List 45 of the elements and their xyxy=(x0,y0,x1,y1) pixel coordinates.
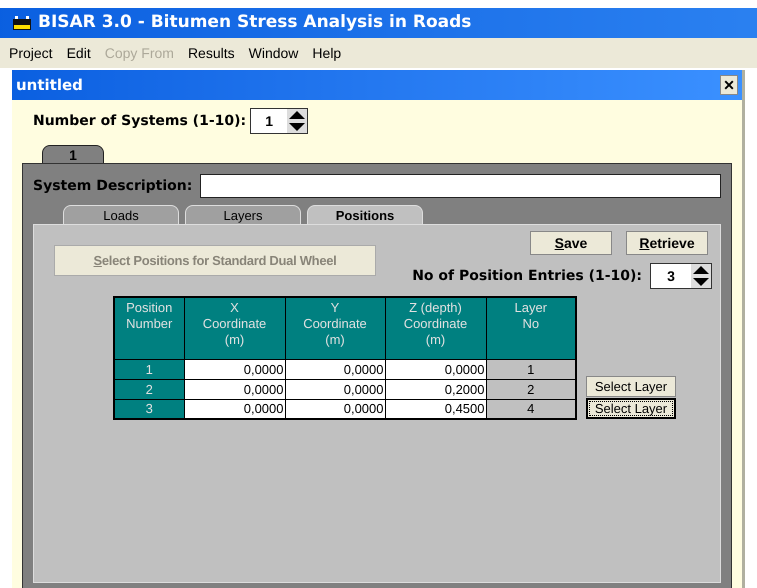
table-cell[interactable]: 0,0000 xyxy=(184,399,285,419)
tab[interactable]: Loads xyxy=(63,205,179,224)
column-header: Layer No xyxy=(486,297,576,359)
system-tab[interactable]: 1 xyxy=(42,145,104,163)
app-icon xyxy=(12,15,32,31)
table-cell[interactable]: 0,2000 xyxy=(385,379,486,399)
tab[interactable]: Positions xyxy=(307,205,423,224)
table-cell: 2 xyxy=(114,379,184,399)
action-button[interactable]: Retrieve xyxy=(626,231,708,255)
spin-arrows-icon[interactable] xyxy=(287,109,308,133)
table-cell[interactable]: 0,0000 xyxy=(285,399,385,419)
column-header: Y Coordinate (m) xyxy=(285,297,385,359)
table-cell[interactable]: 0,4500 xyxy=(385,399,486,419)
table-cell: 3 xyxy=(114,399,184,419)
column-header: Position Number xyxy=(114,297,184,359)
table-cell[interactable]: 0,0000 xyxy=(184,359,285,379)
table-cell[interactable]: 0,0000 xyxy=(385,359,486,379)
position-entries-label: No of Position Entries (1-10): xyxy=(412,266,642,286)
menu-item[interactable]: Results xyxy=(188,42,235,64)
system-description-field[interactable] xyxy=(200,174,721,198)
menu-item[interactable]: Edit xyxy=(66,42,91,64)
menu-item[interactable]: Window xyxy=(248,42,298,64)
systems-spinner[interactable]: 1 xyxy=(250,108,308,134)
close-button[interactable]: × xyxy=(720,75,738,95)
column-header: Z (depth) Coordinate (m) xyxy=(385,297,486,359)
menu-item[interactable]: Help xyxy=(312,42,342,64)
table-cell[interactable]: 0,0000 xyxy=(285,379,385,399)
systems-label: Number of Systems (1-10): xyxy=(33,112,246,130)
action-button[interactable]: Save xyxy=(530,231,612,255)
table-cell[interactable]: 0,0000 xyxy=(184,379,285,399)
window-title: BISAR 3.0 - Bitumen Stress Analysis in Roads xyxy=(38,11,472,34)
menu-item[interactable]: Project xyxy=(9,42,53,64)
column-header: X Coordinate (m) xyxy=(184,297,285,359)
table-cell: 4 xyxy=(486,399,576,419)
table-cell: 2 xyxy=(486,379,576,399)
table-cell: 1 xyxy=(486,359,576,379)
table-cell[interactable]: 0,0000 xyxy=(285,359,385,379)
spin-arrows-icon[interactable] xyxy=(691,264,711,288)
tab[interactable]: Layers xyxy=(185,205,301,224)
system-description-label: System Description: xyxy=(33,176,192,196)
document-title: untitled xyxy=(16,74,83,96)
position-entries-spinner[interactable]: 3 xyxy=(650,263,712,289)
table-cell: 1 xyxy=(114,359,184,379)
select-layer-button[interactable]: Select Layer xyxy=(586,398,676,419)
select-layer-button[interactable]: Select Layer xyxy=(586,376,676,397)
